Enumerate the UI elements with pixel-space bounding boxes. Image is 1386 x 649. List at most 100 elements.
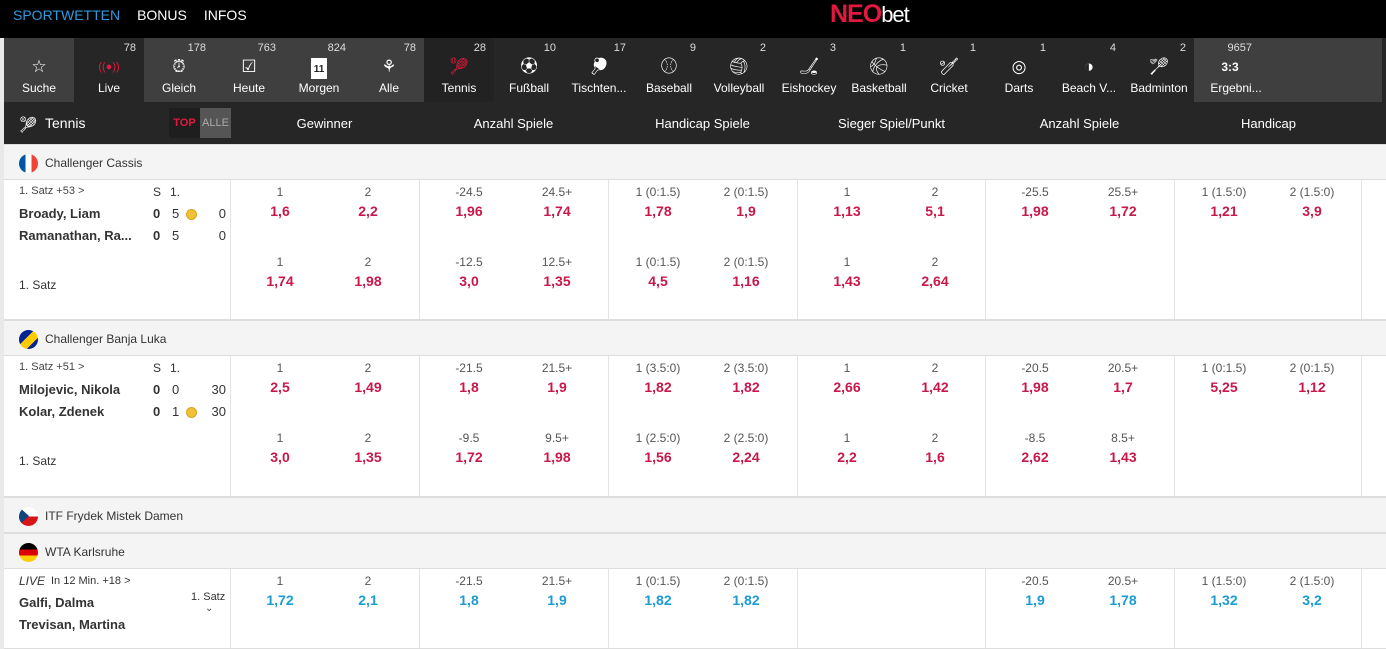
odds-button[interactable]: 9.5+ 1,98 — [513, 431, 601, 465]
odds-button[interactable]: 2 (0:1.5) 1,12 — [1268, 361, 1356, 395]
odds-button[interactable]: -24.5 1,96 — [425, 185, 513, 219]
toggle-top[interactable]: TOP — [169, 108, 200, 138]
column-divider — [797, 356, 798, 496]
sport-tab-ergebni[interactable]: 9657 3:3 Ergebni... — [1194, 38, 1382, 102]
nav-sportwetten[interactable]: SPORTWETTEN — [13, 7, 120, 23]
sport-tab-beach-v[interactable]: 4 ◑ Beach V... — [1054, 38, 1124, 102]
odds-button[interactable]: 8.5+ 1,43 — [1079, 431, 1167, 465]
league-header[interactable]: Challenger Cassis — [4, 144, 1386, 180]
odds-button[interactable]: 1 3,0 — [236, 431, 324, 465]
odds-button[interactable]: 20.5+ 1,78 — [1079, 574, 1167, 608]
odds-button[interactable]: 2 (1.5:0) 3,2 — [1268, 574, 1356, 608]
odds-button[interactable]: 2 (2.5:0) 2,24 — [702, 431, 790, 465]
odds-button[interactable]: 2 (0:1.5) 1,9 — [702, 185, 790, 219]
odds-button[interactable]: 2 2,64 — [891, 255, 979, 289]
odds-button[interactable]: -20.5 1,98 — [991, 361, 1079, 395]
sport-tab-heute[interactable]: 763 ☑ Heute — [214, 38, 284, 102]
odds-label: 2 — [364, 185, 372, 199]
sport-tab-eishockey[interactable]: 3 🏒︎ Eishockey — [774, 38, 844, 102]
sport-tab-cricket[interactable]: 1 🏏︎ Cricket — [914, 38, 984, 102]
league-header[interactable]: WTA Karlsruhe — [4, 533, 1386, 569]
odds-label: 2 (1.5:0) — [1289, 185, 1335, 199]
odds-button[interactable]: -20.5 1,9 — [991, 574, 1079, 608]
odds-button[interactable]: 1 1,13 — [803, 185, 891, 219]
sport-tab-live[interactable]: 78 ((●)) Live — [74, 38, 144, 102]
odds-button[interactable]: 2 1,98 — [324, 255, 412, 289]
nav-bonus[interactable]: BONUS — [137, 7, 187, 23]
sport-tab-volleyball[interactable]: 2 🏐︎ Volleyball — [704, 38, 774, 102]
sport-tab-morgen[interactable]: 824 11 Morgen — [284, 38, 354, 102]
odds-button[interactable]: 12.5+ 1,35 — [513, 255, 601, 289]
event-info-link[interactable]: In 12 Min. +18 > — [51, 575, 131, 587]
odds-button[interactable]: 1 2,66 — [803, 361, 891, 395]
top-all-toggle[interactable]: TOP ALLE — [169, 108, 231, 138]
odds-button[interactable]: 1 (3.5:0) 1,82 — [614, 361, 702, 395]
odds-value: 1,98 — [1021, 379, 1049, 395]
odds-button[interactable]: 2 (0:1.5) 1,16 — [702, 255, 790, 289]
sport-tab-alle[interactable]: 78 ⚘ Alle — [354, 38, 424, 102]
odds-button[interactable]: 1 1,72 — [236, 574, 324, 608]
sport-tab-fu-ball[interactable]: 10 ⚽︎ Fußball — [494, 38, 564, 102]
toggle-all[interactable]: ALLE — [200, 108, 231, 138]
odds-button[interactable]: 1 (0:1.5) 1,82 — [614, 574, 702, 608]
odds-button[interactable]: 2 1,35 — [324, 431, 412, 465]
odds-label: 2 — [364, 431, 372, 445]
odds-button[interactable]: -21.5 1,8 — [425, 361, 513, 395]
sport-label: Suche — [21, 81, 57, 95]
odds-button[interactable]: 1 1,74 — [236, 255, 324, 289]
odds-button[interactable]: -25.5 1,98 — [991, 185, 1079, 219]
odds-button[interactable]: 2 5,1 — [891, 185, 979, 219]
odds-button[interactable]: -8.5 2,62 — [991, 431, 1079, 465]
odds-button[interactable]: 2 (0:1.5) 1,82 — [702, 574, 790, 608]
odds-button[interactable]: 2 2,1 — [324, 574, 412, 608]
chevron-down-icon[interactable]: ⌄ — [205, 603, 213, 614]
odds-label: 1 — [843, 431, 851, 445]
odds-button[interactable]: -9.5 1,72 — [425, 431, 513, 465]
odds-button[interactable]: 2 (1.5:0) 3,9 — [1268, 185, 1356, 219]
odds-button[interactable]: 25.5+ 1,72 — [1079, 185, 1167, 219]
event-info-link[interactable]: 1. Satz +53 > — [19, 185, 84, 197]
odds-button[interactable]: 21.5+ 1,9 — [513, 574, 601, 608]
nav-infos[interactable]: INFOS — [204, 7, 247, 23]
sport-tab-suche[interactable]: ☆ Suche — [4, 38, 74, 102]
odds-button[interactable]: 20.5+ 1,7 — [1079, 361, 1167, 395]
odds-button[interactable]: 1 (0:1.5) 5,25 — [1180, 361, 1268, 395]
sport-tab-basketball[interactable]: 1 🏀︎ Basketball — [844, 38, 914, 102]
odds-button[interactable]: 24.5+ 1,74 — [513, 185, 601, 219]
odds-button[interactable]: 2 1,42 — [891, 361, 979, 395]
odds-value: 1,21 — [1210, 203, 1238, 219]
sport-tab-gleich[interactable]: 178 ⏰︎ Gleich — [144, 38, 214, 102]
baseball-icon: ⚾︎ — [660, 57, 678, 76]
neobet-logo[interactable]: NEObet — [830, 0, 910, 29]
sport-title: Tennis — [45, 115, 86, 131]
odds-button[interactable]: 1 1,43 — [803, 255, 891, 289]
odds-button[interactable]: 2 1,49 — [324, 361, 412, 395]
sport-label: Alle — [378, 81, 399, 95]
event-info-link[interactable]: 1. Satz +51 > — [19, 361, 84, 373]
market-col-2: Anzahl Spiele — [473, 116, 554, 131]
odds-button[interactable]: 1 (2.5:0) 1,56 — [614, 431, 702, 465]
odds-button[interactable]: 1 (0:1.5) 1,78 — [614, 185, 702, 219]
odds-button[interactable]: 2 2,2 — [324, 185, 412, 219]
odds-button[interactable]: 1 (1.5:0) 1,21 — [1180, 185, 1268, 219]
odds-button[interactable]: 1 1,6 — [236, 185, 324, 219]
odds-button[interactable]: 2 1,6 — [891, 431, 979, 465]
odds-button[interactable]: 1 2,5 — [236, 361, 324, 395]
odds-label: 1 — [843, 185, 851, 199]
odds-button[interactable]: 1 (0:1.5) 4,5 — [614, 255, 702, 289]
odds-button[interactable]: -21.5 1,8 — [425, 574, 513, 608]
sport-tab-tennis[interactable]: 28 🎾︎ Tennis — [424, 38, 494, 102]
league-header[interactable]: Challenger Banja Luka — [4, 320, 1386, 356]
league-header[interactable]: ITF Frydek Mistek Damen — [4, 497, 1386, 533]
odds-button[interactable]: 21.5+ 1,9 — [513, 361, 601, 395]
sport-tab-darts[interactable]: 1 ◎ Darts — [984, 38, 1054, 102]
sport-tab-badminton[interactable]: 2 🏸︎ Badminton — [1124, 38, 1194, 102]
sport-tab-baseball[interactable]: 9 ⚾︎ Baseball — [634, 38, 704, 102]
odds-button[interactable]: 1 2,2 — [803, 431, 891, 465]
odds-value: 1,8 — [459, 379, 479, 395]
odds-button[interactable]: 2 (3.5:0) 1,82 — [702, 361, 790, 395]
odds-value: 1,16 — [732, 273, 760, 289]
odds-button[interactable]: -12.5 3,0 — [425, 255, 513, 289]
odds-button[interactable]: 1 (1.5:0) 1,32 — [1180, 574, 1268, 608]
sport-tab-tischten[interactable]: 17 🏓︎ Tischten... — [564, 38, 634, 102]
